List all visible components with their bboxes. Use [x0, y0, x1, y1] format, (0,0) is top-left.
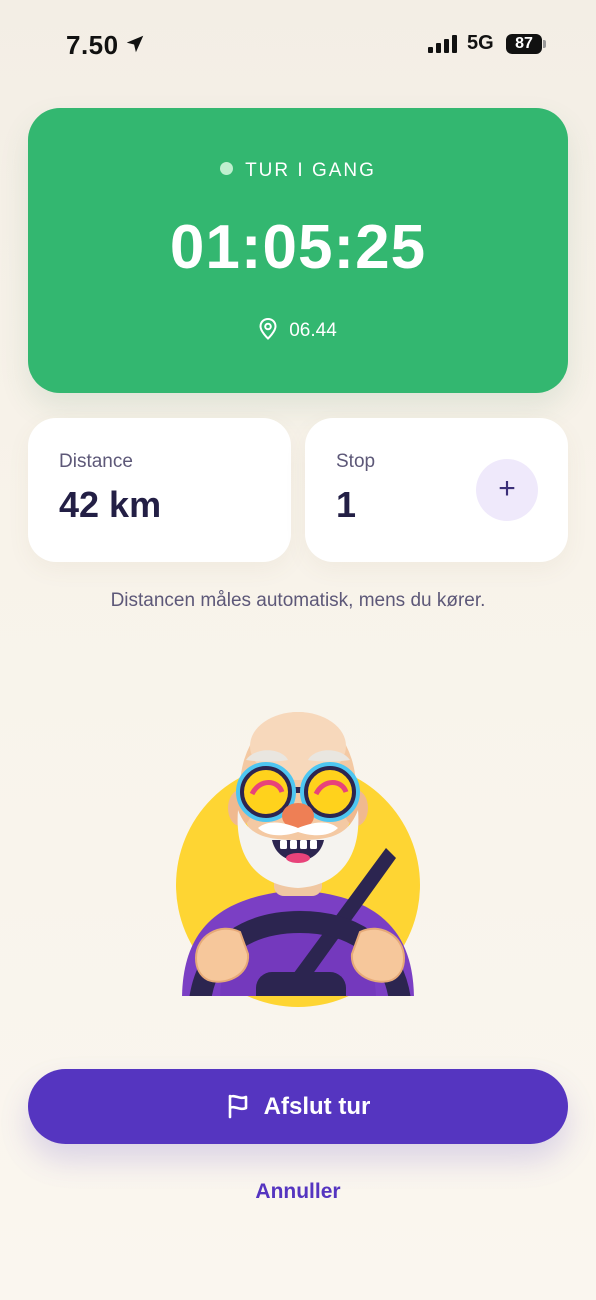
stop-card: Stop 1 + [305, 418, 568, 562]
end-trip-label: Afslut tur [263, 1093, 371, 1120]
distance-label: Distance [59, 451, 133, 472]
location-pin-icon [259, 318, 277, 340]
driver-illustration [176, 712, 420, 1007]
cellular-signal-icon [428, 35, 457, 53]
flag-icon [228, 1094, 247, 1119]
trip-screen: 7.50 5G 87 TUR I GANG 01:05:25 06.44 Dis… [0, 0, 596, 1300]
stop-value: 1 [336, 484, 357, 525]
network-type: 5G [467, 32, 494, 54]
trip-start: 06.44 [0, 318, 596, 342]
distance-card: Distance 42 km [28, 418, 291, 562]
status-time: 7.50 [66, 30, 119, 60]
stop-label: Stop [336, 451, 376, 472]
end-trip-button[interactable]: Afslut tur [28, 1069, 568, 1144]
distance-value: 42 km [59, 484, 162, 525]
add-stop-button[interactable]: + [476, 459, 538, 521]
trip-status: TUR I GANG [0, 160, 596, 182]
status-dot-icon [220, 162, 234, 175]
location-arrow-icon [126, 35, 144, 53]
battery-tip [543, 40, 546, 48]
distance-hint: Distancen måles automatisk, mens du køre… [110, 590, 486, 611]
trip-status-label: TUR I GANG [245, 160, 376, 181]
battery-icon: 87 [506, 34, 542, 54]
trip-timer: 01:05:25 [169, 213, 427, 282]
status-bar: 7.50 5G 87 [0, 0, 596, 90]
trip-start-time: 06.44 [289, 320, 337, 341]
cancel-button[interactable]: Annuller [0, 1180, 596, 1204]
